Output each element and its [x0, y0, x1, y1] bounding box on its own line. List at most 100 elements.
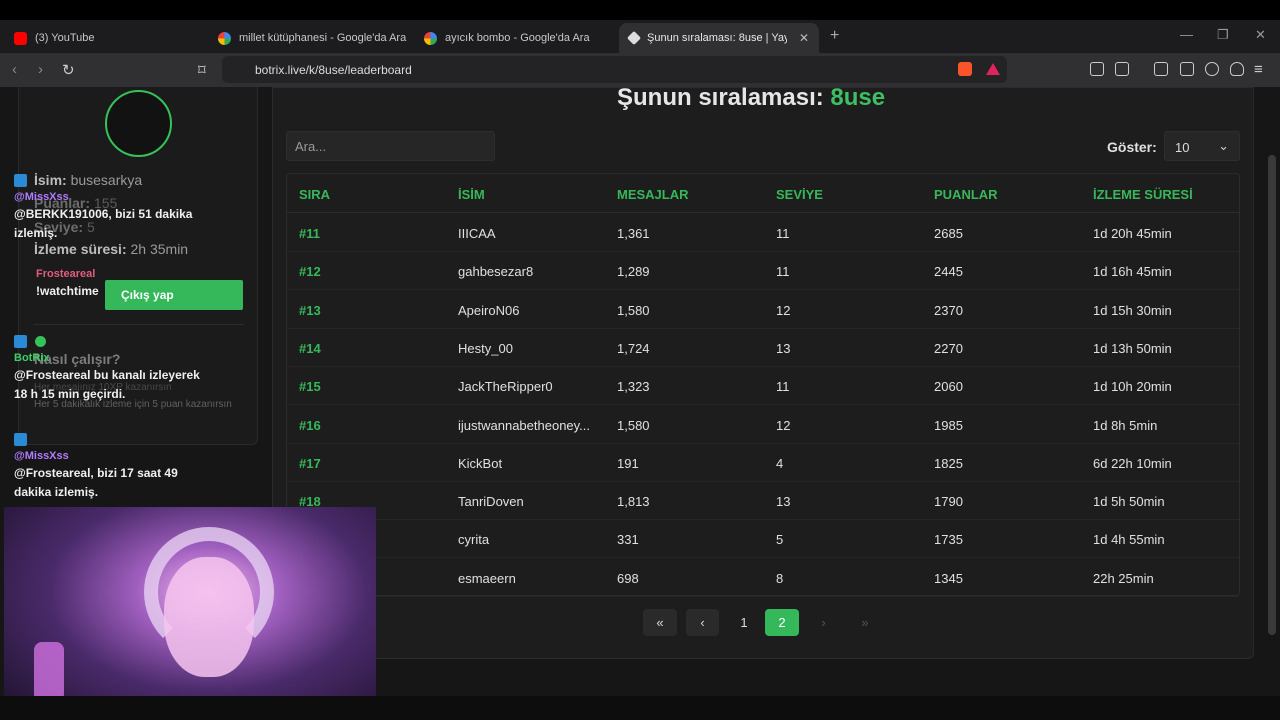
leaderboard-table: SIRA İSİM MESAJLAR SEVİYE PUANLAR İZLEME… [286, 173, 1240, 597]
page-1-button[interactable]: 1 [729, 609, 759, 636]
column-header[interactable]: İZLEME SÜRESİ [1093, 187, 1193, 202]
sidebar-icon[interactable] [1154, 62, 1168, 76]
url-field[interactable]: botrix.live/k/8use/leaderboard [222, 56, 1007, 83]
chevron-down-icon: ⌄ [1218, 138, 1229, 153]
menu-icon[interactable]: ≡ [1254, 61, 1263, 78]
webcam-overlay [4, 507, 376, 720]
tab-title: ayıcık bombo - Google'da Ara [445, 32, 590, 44]
table-row: #12 gahbesezar8 1,289 11 2445 1d 16h 45min [287, 252, 1239, 291]
table-cell: 1d 13h 50min [1093, 340, 1172, 356]
table-row: #13 ApeiroN06 1,580 12 2370 1d 15h 30min [287, 291, 1239, 329]
table-cell: 12 [776, 302, 791, 318]
table-cell: 2370 [934, 302, 963, 318]
google-icon [424, 31, 437, 45]
new-tab-button[interactable]: + [830, 27, 839, 45]
lamp-shape [34, 642, 64, 702]
reader-icon[interactable] [1115, 62, 1129, 76]
table-header: SIRA İSİM MESAJLAR SEVİYE PUANLAR İZLEME… [287, 174, 1239, 213]
chat-user: @MissXss [14, 450, 69, 462]
table-cell: #14 [299, 340, 321, 356]
table-cell: 4 [776, 455, 784, 471]
table-cell: 1345 [934, 570, 963, 586]
kick-badge-icon [14, 335, 27, 349]
table-cell: 1735 [934, 532, 963, 548]
table-row: #19cyrita331517351d 4h 55min [287, 520, 1239, 559]
first-page-button[interactable]: « [643, 609, 677, 636]
leo-icon[interactable] [1205, 62, 1219, 76]
kick-badge-icon [14, 433, 27, 447]
table-cell: #11 [299, 226, 320, 241]
youtube-icon [14, 31, 27, 45]
google-icon [218, 31, 231, 45]
table-cell: 1,813 [617, 494, 650, 510]
table-cell: 2685 [934, 226, 963, 241]
column-header[interactable]: SEVİYE [776, 187, 823, 202]
table-cell: Hesty_00 [458, 340, 513, 356]
scrollbar[interactable] [1268, 155, 1276, 635]
minimize-icon[interactable]: — [1180, 27, 1193, 42]
column-header[interactable]: PUANLAR [934, 187, 998, 202]
bookmark-icon[interactable]: ⌑ [198, 61, 206, 79]
table-cell: 1d 20h 45min [1093, 226, 1172, 241]
close-tab-icon[interactable]: ✕ [791, 31, 809, 45]
tab-google-2[interactable]: ayıcık bombo - Google'da Ara [414, 23, 619, 53]
table-cell: 1d 16h 45min [1093, 264, 1172, 280]
chat-message: BotRix @Frosteareal bu kanalı izleyerek … [14, 332, 204, 404]
table-cell: 1790 [934, 494, 963, 510]
table-cell: KickBot [458, 455, 503, 471]
table-cell: 1d 8h 5min [1093, 417, 1158, 433]
verified-icon [35, 336, 46, 348]
botrix-icon [626, 30, 642, 46]
screen-top-bar [0, 0, 1280, 20]
table-cell: #15 [299, 379, 321, 395]
table-cell: 1,289 [617, 264, 650, 280]
table-cell: 1d 5h 50min [1093, 494, 1165, 510]
column-header[interactable]: MESAJLAR [617, 187, 689, 202]
table-cell: 2445 [934, 264, 963, 280]
wallet-icon[interactable] [1180, 62, 1194, 76]
column-header[interactable]: İSİM [458, 187, 485, 202]
column-header[interactable]: SIRA [299, 187, 330, 202]
chat-user: Frosteareal [36, 268, 96, 280]
reload-icon[interactable]: ↻ [62, 61, 75, 79]
table-cell: 2270 [934, 340, 963, 356]
table-cell: 1,361 [617, 226, 650, 241]
tab-title: millet kütüphanesi - Google'da Ara [239, 32, 407, 44]
table-cell: cyrita [458, 532, 490, 548]
table-cell: 1,323 [617, 379, 650, 395]
table-cell: #17 [299, 455, 321, 471]
back-icon[interactable]: ‹ [12, 61, 17, 78]
page-2-button[interactable]: 2 [765, 609, 799, 636]
search-input[interactable] [286, 131, 495, 161]
table-row: #15 JackTheRipper0 1,323 11 2060 1d 10h 20min [287, 367, 1239, 406]
tab-leaderboard[interactable]: Şunun sıralaması: 8use | Yayınını ✕ [619, 23, 819, 53]
forward-icon[interactable]: › [38, 61, 43, 78]
rewards-icon[interactable] [986, 63, 1000, 75]
table-cell: 1825 [934, 455, 963, 471]
face-shape [164, 557, 254, 677]
next-page-button[interactable]: › [808, 609, 839, 636]
table-cell: #13 [299, 302, 321, 318]
url-text: botrix.live/k/8use/leaderboard [255, 63, 412, 77]
close-window-icon[interactable]: ✕ [1255, 27, 1266, 43]
table-cell: esmaeern [458, 570, 516, 586]
table-cell: ijustwannabetheoney... [458, 417, 591, 433]
table-cell: 191 [617, 455, 639, 471]
vpn-icon[interactable] [1230, 62, 1244, 76]
page-size-select[interactable]: 10 ⌄ [1164, 131, 1240, 161]
extensions-icon[interactable] [1090, 62, 1104, 76]
chat-user: @MissXss [14, 191, 69, 203]
restore-icon[interactable]: ❐ [1217, 27, 1229, 43]
chat-text: @BERKK191006, bizi 51 dakika izlemiş. [14, 207, 193, 240]
chat-text: @Frosteareal, bizi 17 saat 49 dakika izl… [14, 466, 178, 499]
brave-shield-icon[interactable] [958, 62, 972, 76]
table-cell: ApeiroN06 [458, 302, 520, 318]
prev-page-button[interactable]: ‹ [686, 609, 719, 636]
last-page-button[interactable]: » [848, 609, 882, 636]
tab-youtube[interactable]: (3) YouTube [4, 23, 204, 53]
page-title: Şunun sıralaması: 8use [617, 84, 886, 111]
table-row: #14 Hesty_00 1,724 13 2270 1d 13h 50min [287, 329, 1239, 367]
bottom-bar [0, 696, 1280, 720]
tab-google-1[interactable]: millet kütüphanesi - Google'da Ara [208, 23, 413, 53]
table-cell: 698 [617, 570, 639, 586]
